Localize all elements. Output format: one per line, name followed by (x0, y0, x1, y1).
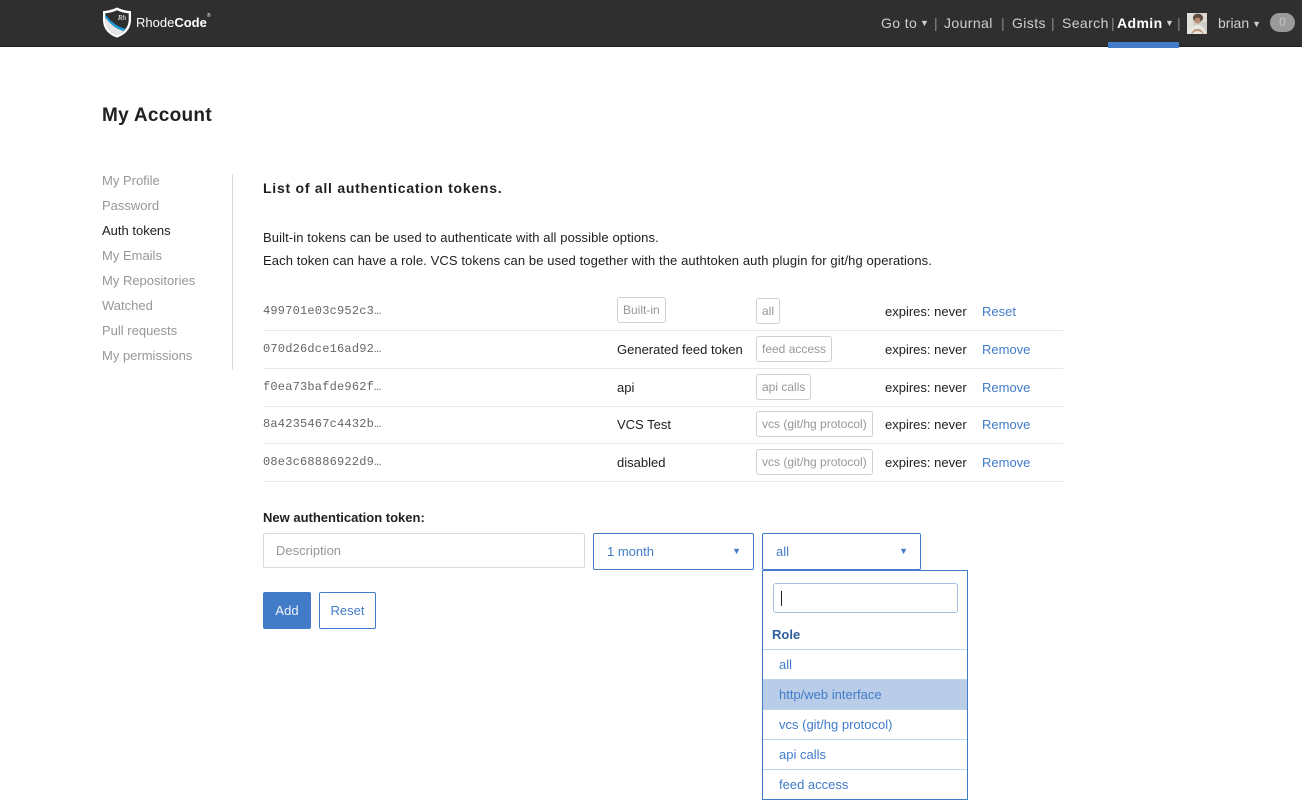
svg-text:Rh: Rh (117, 13, 127, 22)
